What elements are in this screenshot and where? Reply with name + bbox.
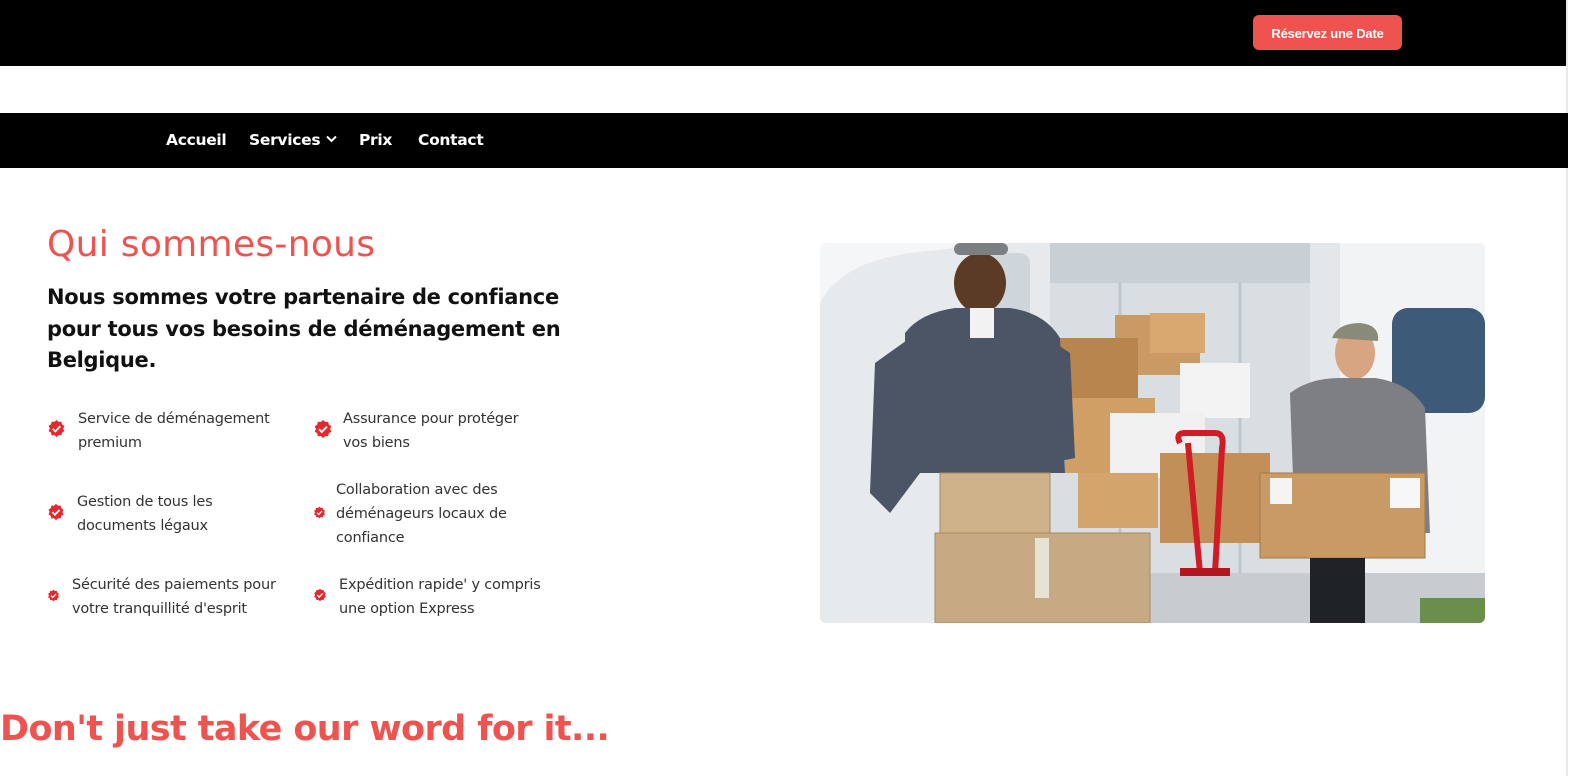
feature-item: Gestion de tous les documents légaux bbox=[47, 490, 287, 540]
nav-item-services[interactable]: Services bbox=[249, 113, 337, 168]
feature-text: Assurance pour protéger vos biens bbox=[343, 411, 519, 451]
nav-item-accueil[interactable]: Accueil bbox=[166, 113, 227, 168]
badge-check-icon bbox=[314, 420, 332, 438]
badge-check-icon bbox=[48, 419, 65, 438]
feature-text: Gestion de tous les documents légaux bbox=[77, 494, 213, 534]
feature-item: Assurance pour protéger vos biens bbox=[313, 407, 553, 457]
nav-item-services-label: Services bbox=[249, 131, 321, 149]
movers-photo bbox=[820, 243, 1485, 623]
feature-text: Expédition rapide' y compris une option E… bbox=[339, 577, 541, 617]
movers-illustration bbox=[820, 243, 1485, 623]
badge-check-icon bbox=[314, 588, 326, 602]
top-header-bar: Réservez une Date bbox=[0, 0, 1568, 66]
feature-text: Service de déménagement premium bbox=[78, 411, 270, 451]
main-nav: Accueil Services Prix Contact bbox=[0, 113, 1568, 168]
section-title-about: Qui sommes-nous bbox=[47, 224, 376, 265]
nav-item-contact[interactable]: Contact bbox=[418, 113, 484, 168]
feature-item: Service de déménagement premium bbox=[47, 407, 287, 457]
badge-check-icon bbox=[48, 589, 59, 602]
book-date-button[interactable]: Réservez une Date bbox=[1253, 15, 1402, 50]
about-subtitle: Nous sommes votre partenaire de confianc… bbox=[47, 285, 561, 372]
feature-text: Collaboration avec des déménageurs locaux… bbox=[336, 482, 507, 546]
chevron-down-icon bbox=[326, 135, 337, 142]
section-title-testimonials: Don't just take our word for it... bbox=[0, 709, 610, 749]
badge-check-icon bbox=[48, 503, 64, 521]
badge-check-icon bbox=[314, 506, 325, 519]
feature-item: Sécurité des paiements pour votre tranqui… bbox=[47, 573, 297, 623]
nav-edge-marker-left bbox=[18, 163, 26, 168]
feature-text: Sécurité des paiements pour votre tranqui… bbox=[72, 577, 276, 617]
nav-edge-marker-right bbox=[1538, 163, 1546, 168]
feature-item: Expédition rapide' y compris une option E… bbox=[313, 573, 563, 623]
nav-item-prix[interactable]: Prix bbox=[359, 113, 392, 168]
feature-item: Collaboration avec des déménageurs locaux… bbox=[313, 478, 553, 553]
